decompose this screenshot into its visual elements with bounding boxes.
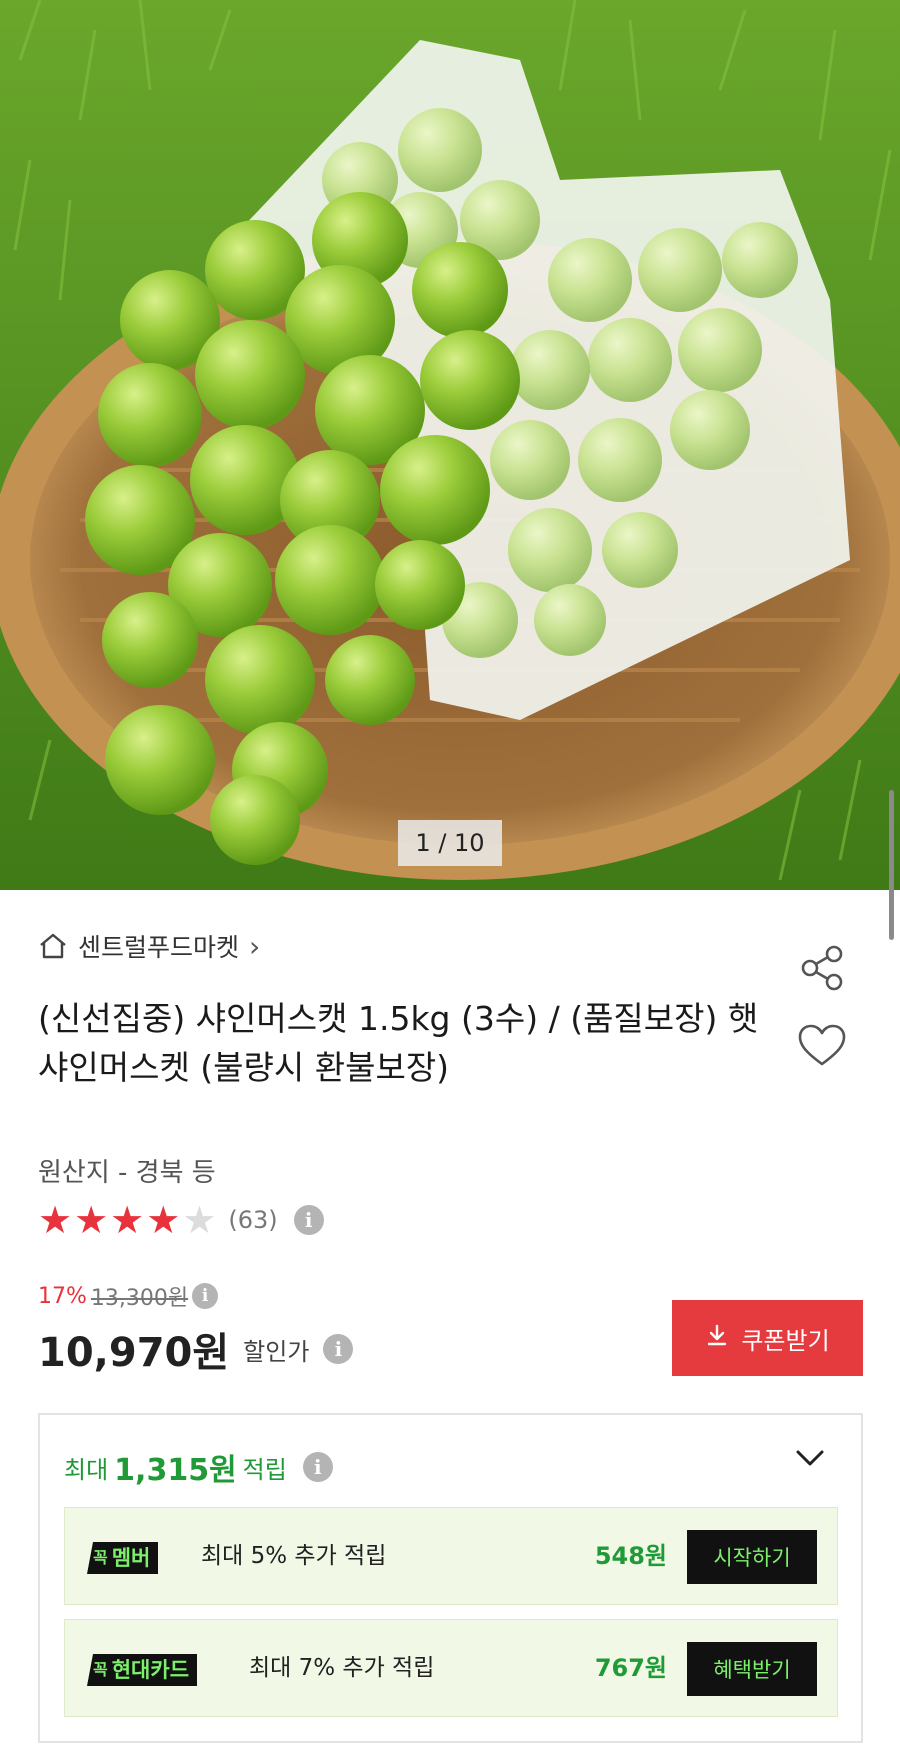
points-amount: 1,315원 <box>114 1453 237 1488</box>
points-suffix: 적립 <box>242 1455 287 1484</box>
price-row: 10,970원 할인가 i <box>38 1320 354 1378</box>
chevron-right-icon: › <box>249 929 261 963</box>
coupon-button[interactable]: 쿠폰받기 <box>672 1300 863 1376</box>
benefit-text: 최대 5% 추가 적립 <box>201 1543 387 1569</box>
get-benefit-button[interactable]: 혜택받기 <box>687 1642 817 1696</box>
rating[interactable]: ★ ★ ★ ★ ★ (63) i <box>38 1200 324 1240</box>
star-filled-icon: ★ <box>74 1198 109 1242</box>
star-empty-icon: ★ <box>182 1198 217 1242</box>
benefit-row-card: 꼭 현대카드 최대 7% 추가 적립 767원 혜택받기 <box>64 1619 838 1717</box>
info-icon[interactable]: i <box>293 1205 324 1235</box>
info-icon[interactable]: i <box>192 1283 219 1309</box>
sale-price-label: 할인가 <box>243 1337 310 1366</box>
points-panel: 최대 1,315원 적립 i 꼭 멤버 최대 5% 추가 적립 548원 시작하… <box>38 1413 863 1743</box>
info-icon[interactable]: i <box>302 1452 333 1482</box>
benefit-amount: 767원 <box>594 1654 667 1682</box>
product-title: (신선집중) 샤인머스캣 1.5kg (3수) / (품질보장) 햇 샤인머스켓… <box>38 999 759 1087</box>
star-filled-icon: ★ <box>110 1198 145 1242</box>
coupon-button-label: 쿠폰받기 <box>741 1326 830 1355</box>
review-count[interactable]: (63) <box>228 1206 277 1234</box>
benefit-row-member: 꼭 멤버 최대 5% 추가 적립 548원 시작하기 <box>64 1507 838 1605</box>
home-icon <box>38 932 68 960</box>
benefit-amount: 548원 <box>594 1542 667 1570</box>
product-image <box>0 0 900 890</box>
share-icon[interactable] <box>796 942 848 994</box>
heart-icon[interactable] <box>796 1022 848 1070</box>
benefit-text: 최대 7% 추가 적립 <box>249 1655 435 1681</box>
points-prefix: 최대 <box>64 1455 109 1484</box>
store-name: 센트럴푸드마켓 <box>78 933 240 962</box>
card-badge: 꼭 현대카드 <box>87 1654 198 1686</box>
discount-rate: 17% <box>38 1283 87 1309</box>
store-link[interactable]: 센트럴푸드마켓 › <box>38 928 260 964</box>
badge-label: 현대카드 <box>111 1658 190 1682</box>
star-filled-icon: ★ <box>146 1198 181 1242</box>
points-summary[interactable]: 최대 1,315원 적립 i <box>64 1445 333 1489</box>
scrollbar[interactable] <box>889 790 894 940</box>
badge-mark: 꼭 <box>93 1660 108 1679</box>
discount-row: 17% 13,300원 i <box>38 1280 219 1312</box>
badge-mark: 꼭 <box>93 1548 108 1567</box>
product-image-gallery[interactable]: 1 / 10 <box>0 0 900 890</box>
chevron-down-icon[interactable] <box>795 1449 825 1471</box>
sale-price: 10,970원 <box>38 1330 230 1376</box>
star-filled-icon: ★ <box>38 1198 73 1242</box>
info-icon[interactable]: i <box>323 1334 354 1364</box>
product-origin: 원산지 - 경북 등 <box>38 1158 216 1188</box>
badge-label: 멤버 <box>111 1546 151 1570</box>
download-icon <box>705 1323 729 1353</box>
original-price: 13,300원 <box>90 1286 189 1311</box>
member-badge: 꼭 멤버 <box>87 1542 159 1574</box>
image-counter: 1 / 10 <box>398 820 502 866</box>
start-button[interactable]: 시작하기 <box>687 1530 817 1584</box>
